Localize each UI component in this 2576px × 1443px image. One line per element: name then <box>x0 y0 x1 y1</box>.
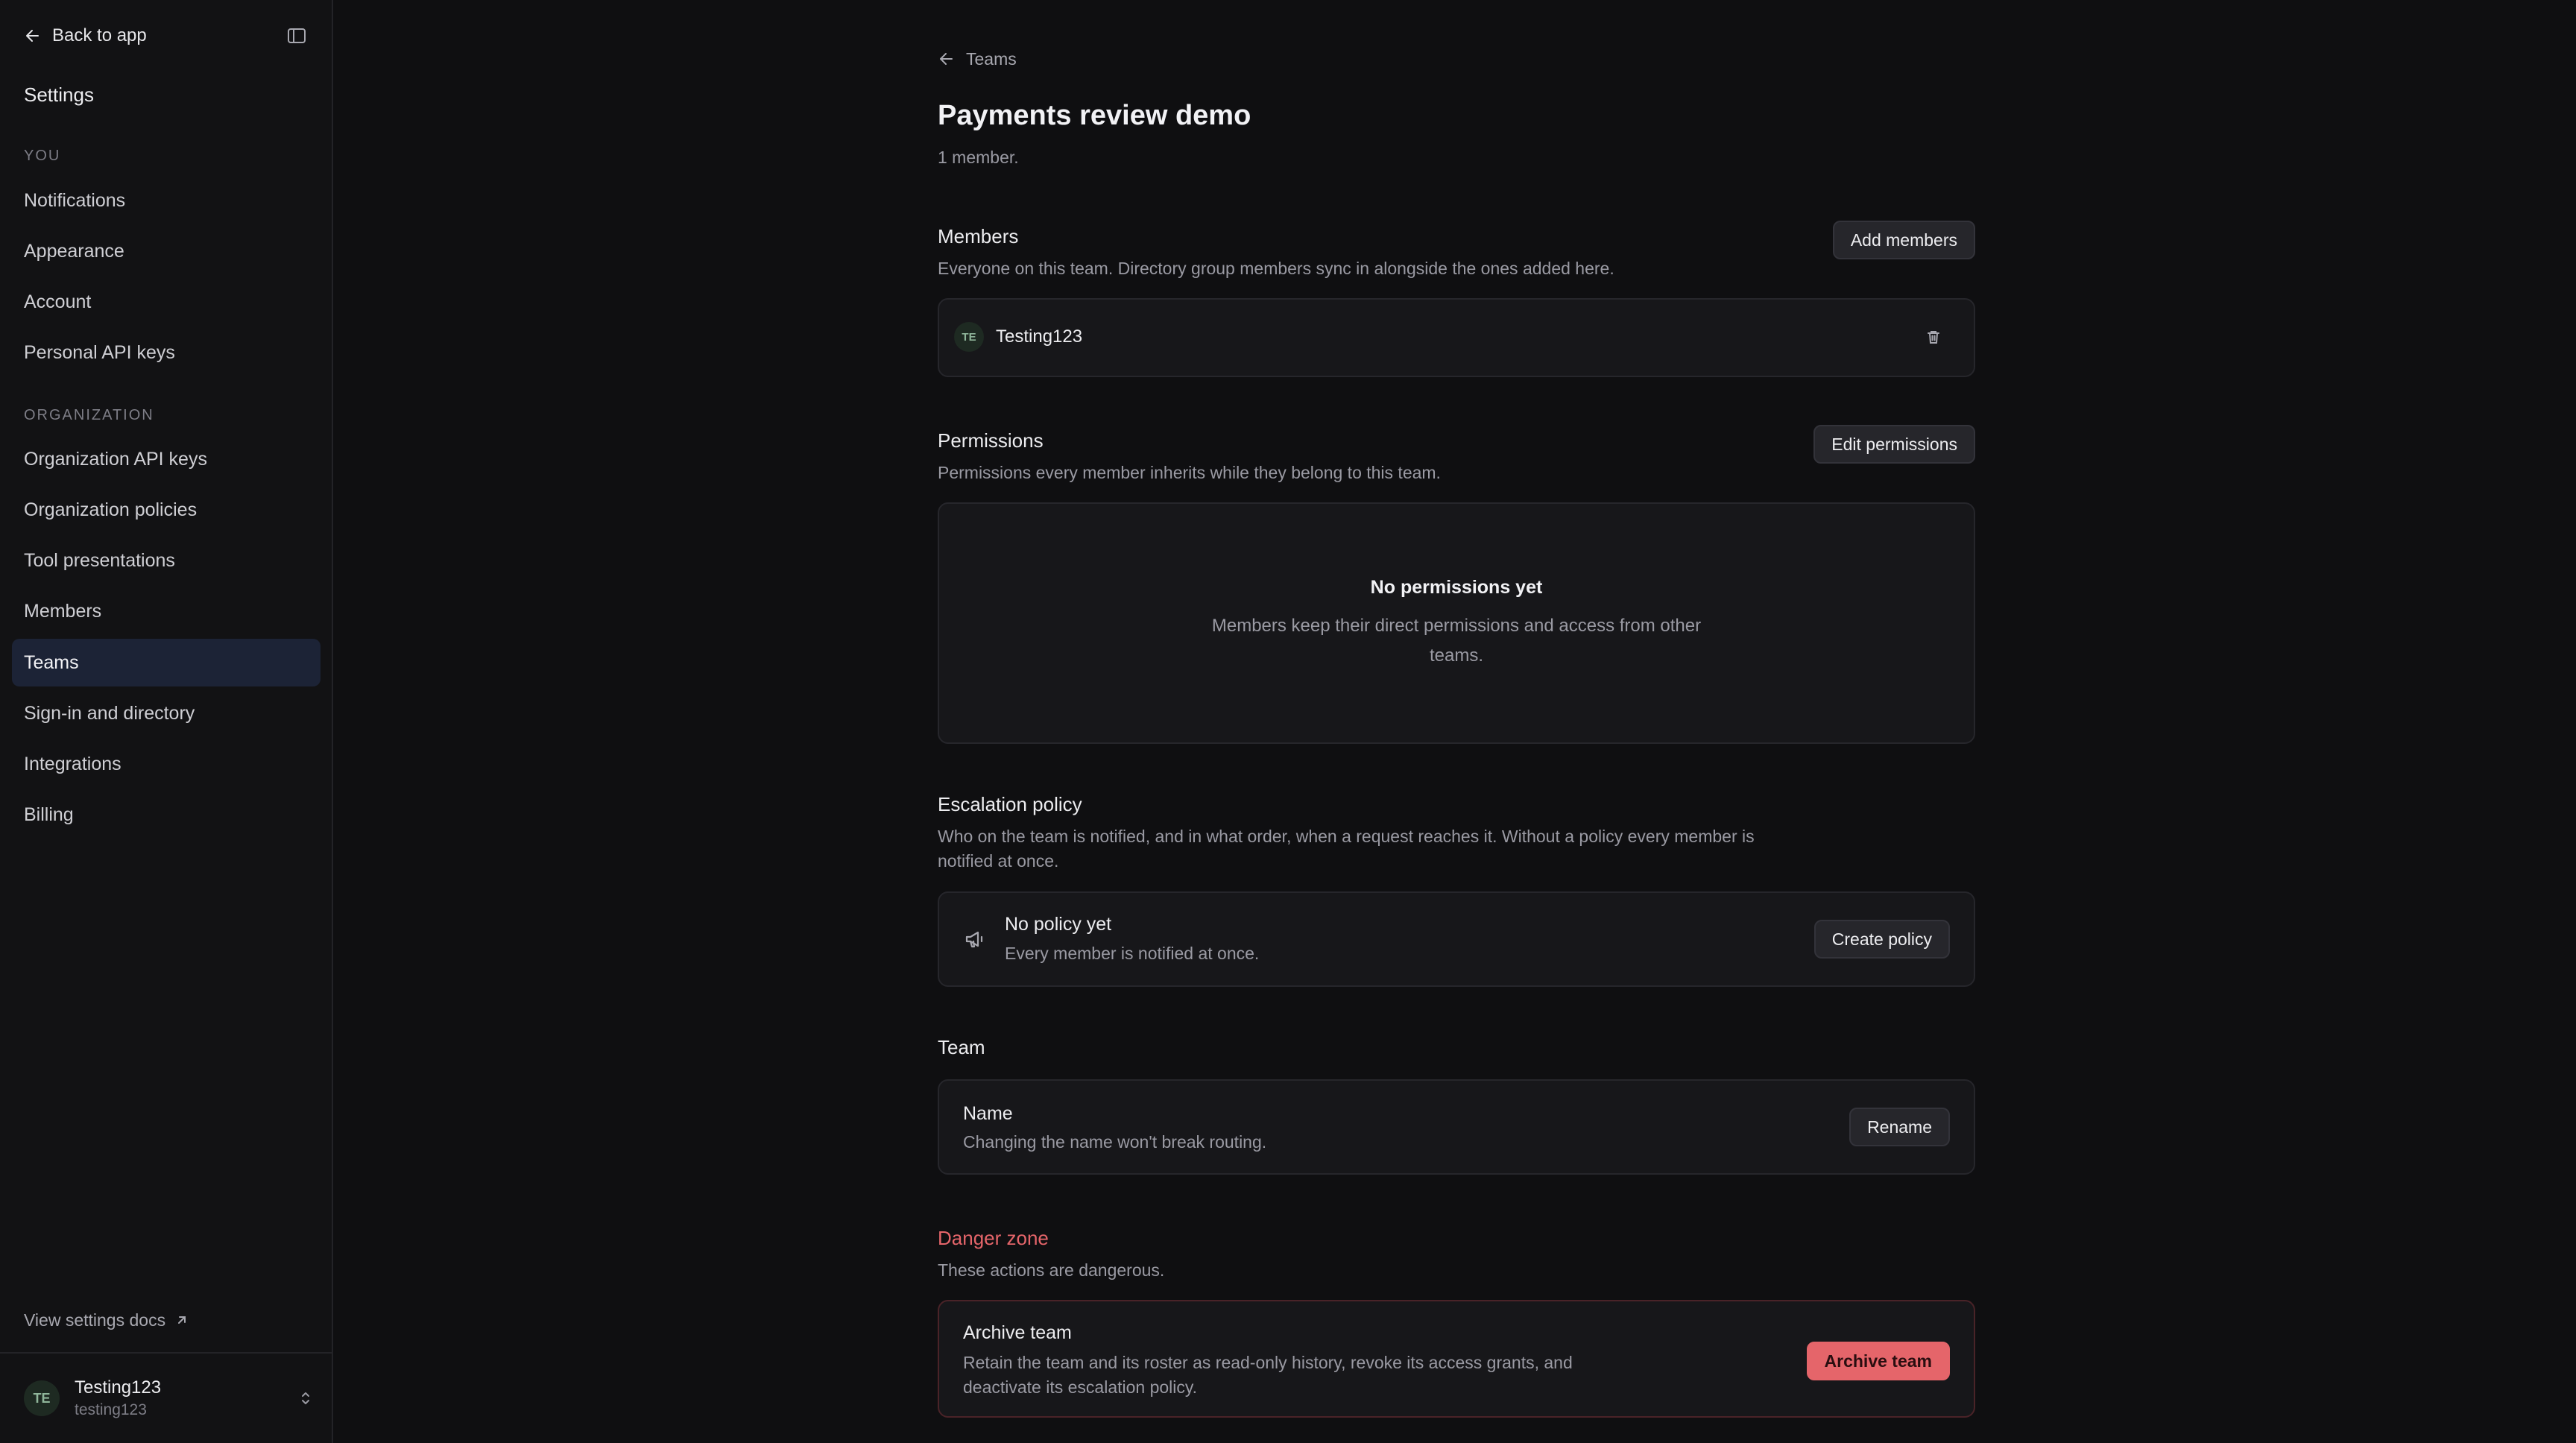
user-account-switcher[interactable]: TE Testing123 testing123 <box>24 1374 315 1422</box>
list-item: TE Testing123 <box>954 316 1082 358</box>
member-name: Testing123 <box>996 326 1083 347</box>
megaphone-icon <box>965 931 983 948</box>
breadcrumb[interactable]: Teams <box>938 46 1017 72</box>
archive-team-button[interactable]: Archive team <box>1806 1342 1950 1380</box>
members-card: TE Testing123 <box>938 298 1975 377</box>
permissions-empty-state: No permissions yet Members keep their di… <box>938 502 1975 744</box>
permissions-section-title: Permissions <box>938 429 1044 452</box>
avatar: TE <box>24 1380 60 1416</box>
team-section-title: Team <box>938 1036 985 1058</box>
archive-team-card: Archive team Retain the team and its ros… <box>938 1300 1975 1418</box>
arrow-left-icon <box>26 30 39 42</box>
settings-sidebar: Back to app Settings YOU Notifications A… <box>0 0 333 1443</box>
nav-item-billing[interactable]: Billing <box>12 791 321 839</box>
nav-item-account[interactable]: Account <box>12 278 321 326</box>
create-policy-button[interactable]: Create policy <box>1813 920 1950 959</box>
edit-permissions-button[interactable]: Edit permissions <box>1813 425 1975 464</box>
user-name: Testing123 <box>75 1377 162 1398</box>
breadcrumb-teams: Teams <box>966 48 1017 69</box>
archive-team-title: Archive team <box>963 1322 1072 1343</box>
section-label-you: YOU <box>24 148 61 164</box>
empty-state-title: No permissions yet <box>1370 577 1543 598</box>
danger-zone-title: Danger zone <box>938 1227 1049 1249</box>
escalation-policy-card: No policy yet Every member is notified a… <box>938 891 1975 987</box>
escalation-section-title: Escalation policy <box>938 793 1082 815</box>
nav-item-organization-api-keys[interactable]: Organization API keys <box>12 435 321 483</box>
page-title: Payments review demo <box>938 100 1251 131</box>
danger-zone-desc: These actions are dangerous. <box>938 1260 1165 1280</box>
toggle-sidebar-button[interactable] <box>283 22 310 49</box>
nav-item-organization-policies[interactable]: Organization policies <box>12 486 321 534</box>
external-link-icon <box>178 1316 186 1324</box>
member-count: 1 member. <box>938 148 1019 167</box>
archive-team-desc: Retain the team and its roster as read-o… <box>963 1353 1573 1397</box>
nav-item-sign-in-and-directory[interactable]: Sign-in and directory <box>12 689 321 737</box>
nav-item-teams[interactable]: Teams <box>12 639 321 686</box>
members-section-title: Members <box>938 225 1019 247</box>
back-to-app-label: Back to app <box>52 25 147 45</box>
view-settings-docs-link[interactable]: View settings docs <box>24 1307 189 1333</box>
remove-member-button[interactable] <box>1922 325 1945 349</box>
avatar: TE <box>954 322 984 352</box>
policy-status-title: No policy yet <box>1005 914 1112 935</box>
nav-item-notifications[interactable]: Notifications <box>12 177 321 224</box>
trash-icon <box>1928 331 1939 344</box>
sidebar-divider <box>0 1352 333 1354</box>
chevron-up-down-icon <box>302 1392 309 1404</box>
nav-item-integrations[interactable]: Integrations <box>12 740 321 788</box>
team-name-desc: Changing the name won't break routing. <box>963 1132 1267 1152</box>
add-members-button[interactable]: Add members <box>1832 221 1975 259</box>
section-label-organization: ORGANIZATION <box>24 407 154 423</box>
nav-item-members[interactable]: Members <box>12 587 321 635</box>
team-name-label: Name <box>963 1103 1013 1124</box>
team-name-card: Name Changing the name won't break routi… <box>938 1079 1975 1175</box>
members-section-desc: Everyone on this team. Directory group m… <box>938 259 1614 278</box>
sidebar-panel-icon <box>288 28 306 43</box>
policy-status-desc: Every member is notified at once. <box>1005 944 1260 963</box>
escalation-section-desc: Who on the team is notified, and in what… <box>938 827 1755 871</box>
rename-button[interactable]: Rename <box>1849 1108 1950 1146</box>
permissions-section-desc: Permissions every member inherits while … <box>938 463 1441 482</box>
arrow-left-icon <box>940 53 953 65</box>
settings-title: Settings <box>24 83 94 106</box>
empty-state-desc: Members keep their direct permissions an… <box>1211 616 1702 666</box>
user-handle: testing123 <box>75 1401 147 1418</box>
docs-link-label: View settings docs <box>24 1310 166 1330</box>
nav-item-appearance[interactable]: Appearance <box>12 227 321 275</box>
back-to-app-link[interactable]: Back to app <box>24 22 147 49</box>
nav-item-tool-presentations[interactable]: Tool presentations <box>12 537 321 584</box>
nav-item-personal-api-keys[interactable]: Personal API keys <box>12 329 321 376</box>
